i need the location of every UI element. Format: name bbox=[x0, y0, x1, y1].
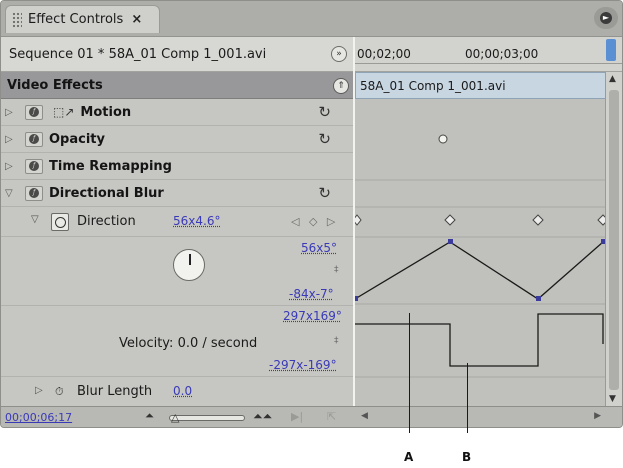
direction-keyframe[interactable] bbox=[532, 214, 544, 226]
timeline-clip-name: 58A_01 Comp 1_001.avi bbox=[360, 78, 506, 93]
effect-controls-panel: Effect Controls × ► Sequence 01 * 58A_01… bbox=[0, 0, 623, 428]
expand-triangle-icon[interactable]: ▷ bbox=[5, 107, 19, 118]
velocity-label: Velocity: 0.0 / second bbox=[119, 336, 258, 351]
angle-dial[interactable] bbox=[173, 249, 205, 281]
panel-tab-bar: Effect Controls × ► bbox=[1, 1, 622, 37]
drag-grip-icon[interactable] bbox=[12, 11, 22, 28]
effect-toggle-button[interactable]: ƒ bbox=[25, 131, 43, 147]
vertical-scrollbar[interactable]: ▲ ▼ bbox=[605, 72, 622, 406]
tab-effect-controls[interactable]: Effect Controls × bbox=[5, 5, 160, 33]
effect-name: Opacity bbox=[49, 131, 105, 147]
blur-length-value[interactable]: 0.0 bbox=[173, 384, 192, 398]
blur-length-param-row: ▷ ⏱ Blur Length 0.0 bbox=[1, 377, 355, 406]
zoom-out-icon[interactable]: ⏶ bbox=[145, 409, 154, 423]
collapse-triangle-icon[interactable]: ▽ bbox=[5, 188, 19, 199]
callout-line-b bbox=[467, 363, 468, 433]
timeline-graph-area bbox=[355, 99, 607, 406]
scroll-thumb[interactable] bbox=[609, 90, 619, 390]
effect-row-time-remapping: ▷ ƒ Time Remapping bbox=[1, 153, 355, 180]
callout-label-a: A bbox=[404, 450, 414, 464]
expand-triangle-icon[interactable]: ▷ bbox=[5, 161, 19, 172]
panel-menu-icon: ► bbox=[600, 12, 612, 24]
direction-value-graph bbox=[355, 241, 604, 300]
reset-icon[interactable]: ↻ bbox=[318, 103, 331, 121]
transform-handle-icon[interactable]: ⬚↗ bbox=[53, 105, 74, 119]
show-hide-timeline-button[interactable]: » bbox=[331, 46, 347, 62]
expand-triangle-icon[interactable]: ▷ bbox=[5, 134, 19, 145]
direction-label: Direction bbox=[77, 214, 136, 229]
value-graph-point[interactable] bbox=[355, 296, 358, 301]
callout-label-b: B bbox=[462, 450, 472, 464]
reset-icon[interactable]: ↻ bbox=[318, 130, 331, 148]
collapse-effects-button[interactable]: ⇑ bbox=[333, 78, 349, 94]
scroll-up-icon[interactable]: ▲ bbox=[609, 74, 616, 84]
direction-param-row: ▽ Direction 56x4.6° ◁ ◇ ▷ bbox=[1, 207, 355, 237]
panel-menu-button[interactable]: ► bbox=[594, 7, 618, 29]
zoom-in-icon[interactable]: ⏶⏶ bbox=[253, 409, 272, 424]
time-ruler[interactable]: 00;02;00 00;00;03;00 bbox=[355, 37, 622, 72]
effect-name: Directional Blur bbox=[49, 185, 164, 201]
fx-icon: ƒ bbox=[29, 161, 39, 171]
range-separator-icon: ‡ bbox=[334, 336, 339, 346]
fx-icon: ƒ bbox=[29, 188, 39, 198]
effect-row-opacity: ▷ ƒ Opacity ↻ bbox=[1, 126, 355, 153]
fx-icon: ƒ bbox=[29, 134, 39, 144]
time-ruler-tick: 00;02;00 bbox=[357, 47, 411, 61]
velocity-min-value[interactable]: -297x-169° bbox=[269, 358, 337, 372]
playhead-marker[interactable] bbox=[606, 39, 616, 61]
stopwatch-icon[interactable] bbox=[51, 213, 69, 231]
effect-toggle-button[interactable]: ƒ bbox=[25, 158, 43, 174]
scroll-down-icon[interactable]: ▼ bbox=[609, 394, 616, 404]
scroll-right-icon[interactable]: ▶ bbox=[594, 411, 601, 421]
close-tab-icon[interactable]: × bbox=[131, 12, 142, 27]
range-separator-icon: ‡ bbox=[334, 265, 339, 275]
direction-velocity-graph bbox=[355, 313, 604, 367]
graph-max-value[interactable]: 56x5° bbox=[301, 241, 337, 255]
sequence-clip-row: Sequence 01 * 58A_01 Comp 1_001.avi » bbox=[1, 37, 355, 72]
stopwatch-icon[interactable]: ⏱ bbox=[55, 385, 64, 399]
velocity-max-value[interactable]: 297x169° bbox=[283, 309, 342, 323]
effect-name: Motion bbox=[80, 104, 132, 120]
expand-triangle-icon[interactable]: ▷ bbox=[35, 385, 43, 396]
horizontal-scrollbar[interactable]: ◀ ▶ bbox=[355, 406, 607, 427]
callout-line-a bbox=[409, 313, 410, 433]
effect-toggle-button[interactable]: ƒ bbox=[25, 185, 43, 201]
direction-graph-controls: 56x5° ‡ -84x-7° 297x169° ‡ Velocity: 0.0… bbox=[1, 237, 355, 377]
effect-toggle-button[interactable]: ƒ bbox=[25, 104, 43, 120]
time-ruler-tick: 00;00;03;00 bbox=[465, 47, 539, 61]
direction-value[interactable]: 56x4.6° bbox=[173, 214, 220, 228]
zoom-slider[interactable] bbox=[169, 415, 245, 421]
play-audio-icon[interactable]: ▶| bbox=[291, 410, 303, 423]
blur-length-label: Blur Length bbox=[77, 384, 153, 399]
current-timecode[interactable]: 00;00;06;17 bbox=[5, 411, 72, 424]
keyframe-navigator[interactable]: ◁ ◇ ▷ bbox=[291, 215, 338, 228]
effect-row-motion: ▷ ƒ ⬚↗ Motion ↻ bbox=[1, 99, 355, 126]
opacity-keyframe[interactable] bbox=[438, 134, 448, 144]
value-graph-point[interactable] bbox=[536, 296, 541, 301]
tab-label: Effect Controls bbox=[28, 12, 124, 27]
direction-keyframe[interactable] bbox=[444, 214, 456, 226]
graph-min-value[interactable]: -84x-7° bbox=[289, 287, 334, 301]
scroll-left-icon[interactable]: ◀ bbox=[361, 411, 368, 421]
loop-audio-icon[interactable]: ⇱ bbox=[327, 410, 336, 423]
effect-name: Time Remapping bbox=[49, 158, 172, 174]
fx-icon: ƒ bbox=[29, 107, 39, 117]
effect-row-directional-blur: ▽ ƒ Directional Blur ↻ bbox=[1, 180, 355, 207]
video-effects-label: Video Effects bbox=[7, 77, 103, 93]
sequence-clip-name: Sequence 01 * 58A_01 Comp 1_001.avi bbox=[9, 46, 267, 62]
zoom-slider-thumb[interactable]: △ bbox=[171, 411, 179, 424]
value-graph-point[interactable] bbox=[448, 239, 453, 244]
collapse-triangle-icon[interactable]: ▽ bbox=[31, 214, 39, 225]
video-effects-header: Video Effects ⇑ bbox=[1, 72, 355, 99]
timeline-clip-bar[interactable]: 58A_01 Comp 1_001.avi bbox=[355, 72, 607, 99]
direction-keyframe[interactable] bbox=[355, 214, 362, 226]
reset-icon[interactable]: ↻ bbox=[318, 184, 331, 202]
